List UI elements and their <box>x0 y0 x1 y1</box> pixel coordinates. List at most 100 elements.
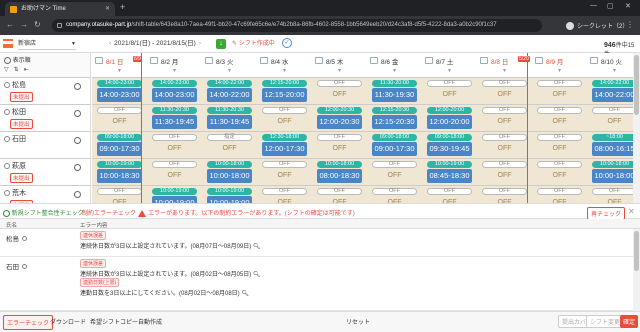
assigned-time[interactable]: OFF <box>482 143 527 155</box>
assigned-time[interactable]: 10:00-18:00 <box>592 169 637 183</box>
store-select[interactable]: 新宿店 ▼ <box>18 39 76 50</box>
search-icon[interactable]: 🔍︎ <box>253 272 261 278</box>
assigned-time[interactable]: 08:45-18:30 <box>427 169 472 183</box>
shift-cell[interactable]: 12:15-20:00 12:15-20:00 <box>257 78 312 105</box>
tab-close-icon[interactable]: ✕ <box>105 2 110 16</box>
day-dropdown-icon[interactable]: ▾ <box>147 67 202 74</box>
gear-icon[interactable] <box>74 191 81 198</box>
maximize-icon[interactable]: ▢ <box>607 2 614 10</box>
assigned-time[interactable]: OFF <box>207 143 252 155</box>
shift-cell[interactable]: OFF OFF <box>422 78 477 105</box>
download-button[interactable]: ダウンロード <box>50 317 86 326</box>
display-order-button[interactable]: 表示順 <box>4 55 31 64</box>
browser-menu-icon[interactable]: ⋮ <box>626 20 634 29</box>
assigned-time[interactable]: OFF <box>537 143 582 155</box>
forward-icon[interactable]: → <box>20 20 28 29</box>
assigned-time[interactable]: 14:00-23:00 <box>152 88 197 102</box>
copy-button[interactable]: 希望シフトコピー <box>90 317 138 326</box>
assigned-time[interactable]: 14:00-22:00 <box>592 88 637 102</box>
incognito-indicator[interactable]: シークレット（2） <box>566 21 628 31</box>
staff-row-label[interactable]: 石田 <box>0 132 91 159</box>
search-icon[interactable]: 🔍︎ <box>253 244 261 250</box>
day-dropdown-icon[interactable]: ▾ <box>477 67 532 74</box>
assigned-time[interactable]: OFF <box>482 170 527 182</box>
shift-cell[interactable]: 12:00-20:00 12:00-20:00 <box>422 105 477 132</box>
assigned-time[interactable]: OFF <box>262 116 307 128</box>
day-dropdown-icon[interactable]: ▾ <box>257 67 312 74</box>
assigned-time[interactable]: 08:00-18:30 <box>317 169 362 183</box>
assigned-time[interactable]: 09:00-17:30 <box>372 142 417 156</box>
assigned-time[interactable]: OFF <box>97 116 142 128</box>
shift-cell[interactable]: OFF OFF <box>477 159 532 186</box>
shift-cell[interactable]: OFF OFF <box>532 132 587 159</box>
day-dropdown-icon[interactable]: ▾ <box>202 67 257 74</box>
shift-cell[interactable]: OFF OFF <box>477 78 532 105</box>
download-icon[interactable]: ↓ <box>216 39 226 49</box>
shift-cell[interactable]: OFF OFF <box>312 132 367 159</box>
assigned-time[interactable]: OFF <box>152 170 197 182</box>
assigned-time[interactable]: OFF <box>592 116 637 128</box>
shift-cell[interactable]: OFF OFF <box>532 78 587 105</box>
shift-cell[interactable]: OFF OFF <box>532 159 587 186</box>
grid-scrollbar[interactable] <box>633 53 640 223</box>
assigned-time[interactable]: OFF <box>152 143 197 155</box>
shift-cell[interactable]: 09:00-18:00 09:30-19:45 <box>422 132 477 159</box>
check-icon[interactable]: ✓ <box>282 38 292 48</box>
day-header[interactable]: 8/9 月 ▾ <box>532 53 587 78</box>
staff-row-label[interactable]: 松島 未提出 <box>0 78 91 105</box>
day-header[interactable]: 8/4 水 ▾ <box>257 53 312 78</box>
staff-row-label[interactable]: 萩原 未提出 <box>0 159 91 186</box>
assigned-time[interactable]: 09:00-17:30 <box>97 142 142 156</box>
assigned-time[interactable]: OFF <box>317 143 362 155</box>
shift-cell[interactable]: 10:00-18:00 10:00-18:00 <box>202 159 257 186</box>
close-window-icon[interactable]: ✕ <box>625 2 631 10</box>
day-dropdown-icon[interactable]: ▾ <box>312 67 367 74</box>
shift-cell[interactable]: OFF OFF <box>92 105 147 132</box>
assigned-time[interactable]: 11:30-19:30 <box>372 88 417 102</box>
shift-cell[interactable]: 14:00-22:00 14:00-22:00 <box>202 78 257 105</box>
browser-tab[interactable]: お助けマン Time ✕ <box>5 2 115 16</box>
assigned-time[interactable]: OFF <box>537 116 582 128</box>
menu-icon[interactable] <box>3 39 13 48</box>
shift-cell[interactable]: 12:00-20:30 12:00-20:30 <box>312 105 367 132</box>
assigned-time[interactable]: 12:00-20:30 <box>317 115 362 129</box>
day-header[interactable]: 8/5 木 ▾ <box>312 53 367 78</box>
tab-consistency-check[interactable]: 新規シフト整合性チェック <box>3 208 84 217</box>
day-dropdown-icon[interactable]: ▾ <box>422 67 477 74</box>
shift-cell[interactable]: OFF OFF <box>477 132 532 159</box>
shift-cell[interactable]: 10:00-19:00 08:45-18:30 <box>422 159 477 186</box>
assigned-time[interactable]: 08:00-16:15 <box>592 142 637 156</box>
day-dropdown-icon[interactable]: ▾ <box>532 67 587 74</box>
assigned-time[interactable]: OFF <box>317 89 362 101</box>
assigned-time[interactable]: OFF <box>262 170 307 182</box>
filter-icon[interactable]: ▽ <box>4 67 14 73</box>
assigned-time[interactable]: 10:00-18:30 <box>97 169 142 183</box>
prev-range-icon[interactable]: ‹ <box>109 40 111 47</box>
assigned-time[interactable]: 12:00-20:00 <box>427 115 472 129</box>
day-header[interactable]: 8/3 火 ▾ <box>202 53 257 78</box>
assigned-time[interactable]: OFF <box>482 116 527 128</box>
reload-icon[interactable]: ↻ <box>34 20 41 29</box>
shift-cell[interactable]: OFF OFF <box>147 159 202 186</box>
shift-cell[interactable]: 14:00-23:00 14:00-23:00 <box>147 78 202 105</box>
day-header[interactable]: 8/2 月 ▾ <box>147 53 202 78</box>
search-icon[interactable]: 🔍︎ <box>241 291 249 297</box>
gear-icon[interactable] <box>74 164 81 171</box>
shift-cell[interactable]: OFF OFF <box>257 105 312 132</box>
gear-icon[interactable] <box>74 110 81 117</box>
url-field[interactable]: company.otasuke-part.jp/shift-table/643e… <box>52 19 542 32</box>
shift-cell[interactable]: 11:30-20:30 11:30-19:45 <box>147 105 202 132</box>
assigned-time[interactable]: OFF <box>482 89 527 101</box>
shift-cell[interactable]: 09:00-18:00 09:00-17:30 <box>367 132 422 159</box>
assigned-time[interactable]: OFF <box>537 170 582 182</box>
day-dropdown-icon[interactable]: ▾ <box>92 67 147 74</box>
day-header[interactable]: 8/7 土 ▾ <box>422 53 477 78</box>
collapse-icon[interactable]: ⇤ <box>24 67 34 73</box>
confirm-button[interactable]: 確定 <box>620 315 639 328</box>
close-icon[interactable]: ✕ <box>628 207 635 216</box>
assigned-time[interactable]: 14:00-22:00 <box>207 88 252 102</box>
reset-button[interactable]: リセット <box>346 317 370 326</box>
back-icon[interactable]: ← <box>6 20 14 29</box>
error-check-button[interactable]: エラーチェック <box>3 315 54 330</box>
new-tab-icon[interactable]: + <box>120 2 125 12</box>
